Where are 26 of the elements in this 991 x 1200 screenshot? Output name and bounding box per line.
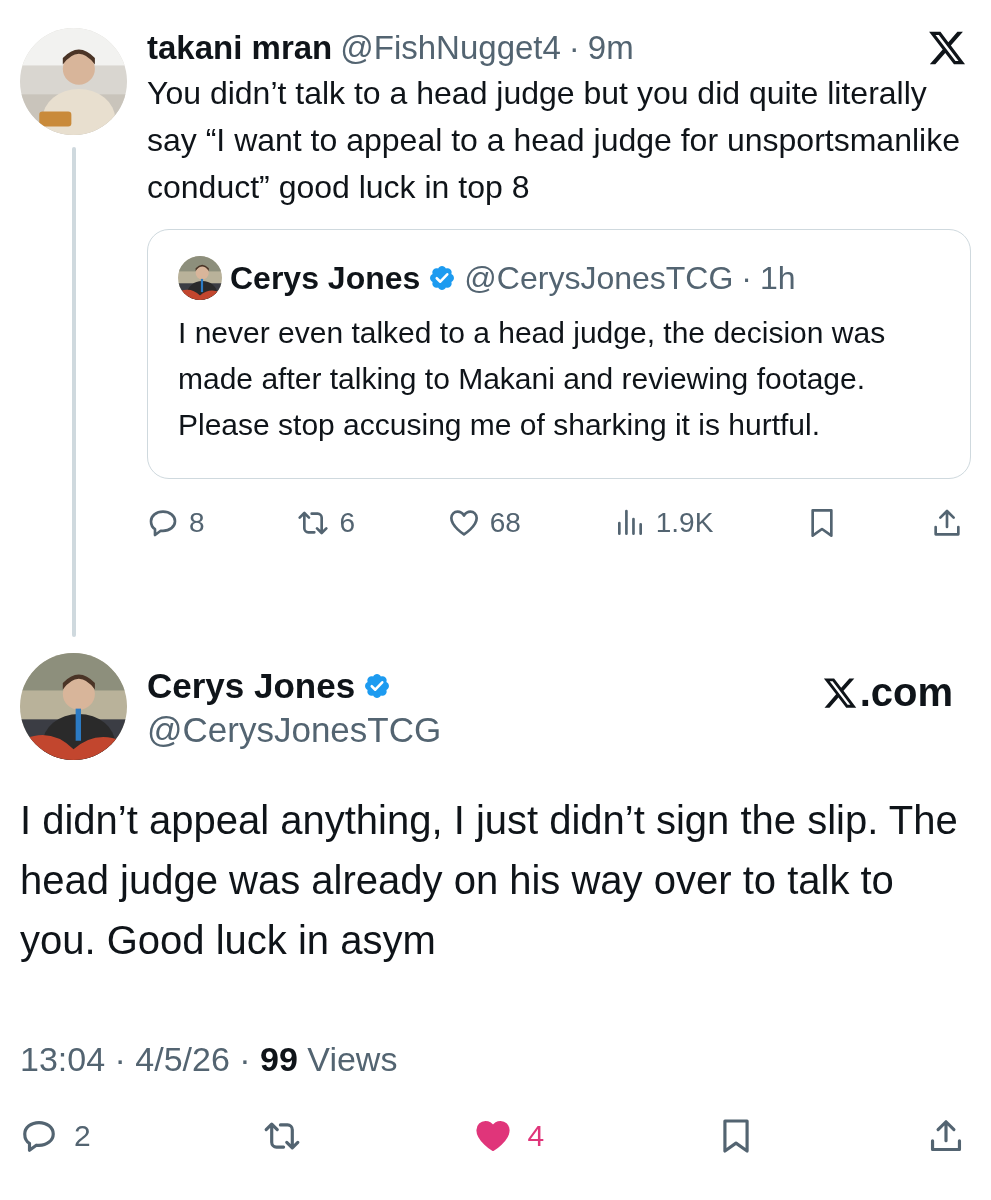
author-handle: @CerysJonesTCG	[147, 709, 442, 750]
like-button[interactable]: 4	[473, 1117, 545, 1155]
post-text: I didn’t appeal anything, I just didn’t sign the slip. The head judge was already on his way over to talk to you. Good luck in asym	[20, 797, 959, 964]
author-handle: @CerysJonesTCG	[464, 259, 734, 297]
quoted-post-card[interactable]: Cerys Jones @CerysJonesTCG · 1h I never even talked to a head judge, the decision was made after talking to Makani and reviewing footage. Please stop accusing me of sharking it is hurtful.	[147, 229, 971, 479]
separator-dot: ·	[741, 259, 752, 297]
post-text: You didn’t talk to a head judge but you did quite literally say “I want to appeal to a head judge for unsportsmanlike conduct” good luck in top 8	[147, 74, 961, 207]
repost-button[interactable]: 6	[297, 507, 355, 539]
views-button[interactable]: 1.9K	[613, 507, 714, 539]
author-name: Cerys Jones	[230, 259, 421, 297]
post-metadata: 13:04 · 4/5/26 · 99 Views	[20, 1040, 399, 1079]
post-time: 1h	[759, 259, 796, 297]
share-button[interactable]	[931, 507, 963, 539]
reply-button[interactable]: 8	[147, 507, 205, 539]
brand-label: .com	[859, 670, 953, 715]
separator-dot: ·	[568, 28, 580, 68]
author-name: takani mran	[147, 28, 333, 68]
heart-icon	[447, 507, 480, 539]
like-button[interactable]: 68	[447, 507, 521, 539]
share-icon	[931, 507, 963, 539]
post-text: I never even talked to a head judge, the decision was made after talking to Makani and reviewing footage. Please stop accusing me of sharking it is hurtful.	[178, 315, 887, 443]
author-handle: @FishNugget4	[340, 28, 561, 68]
author-name: Cerys Jones	[147, 664, 356, 707]
comment-icon	[147, 507, 179, 539]
reply-button[interactable]: 2	[20, 1117, 91, 1155]
post-time: 9m	[587, 28, 634, 68]
